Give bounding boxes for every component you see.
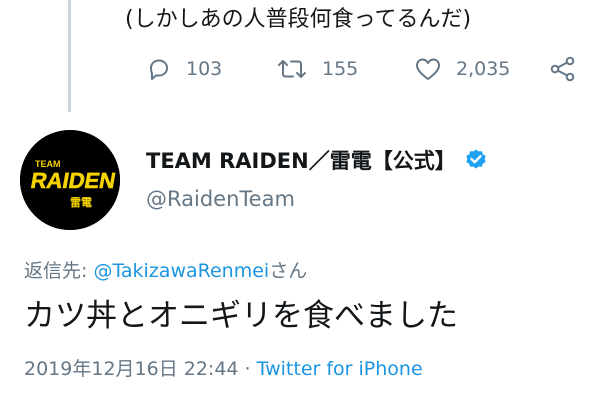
heart-icon (416, 58, 440, 80)
tweet-source-link[interactable]: Twitter for iPhone (257, 358, 423, 380)
reply-count: 103 (186, 58, 223, 80)
reply-icon (150, 59, 168, 80)
previous-tweet-text: (しかしあの人普段何食ってるんだ) (125, 7, 472, 32)
share-button[interactable] (548, 52, 578, 86)
display-name-text: TEAM RAIDEN／雷電【公式】 (146, 149, 456, 173)
svg-text:雷電: 雷電 (70, 196, 92, 209)
like-count: 2,035 (456, 58, 511, 80)
retweet-count: 155 (322, 58, 359, 80)
display-name[interactable]: TEAM RAIDEN／雷電【公式】 (146, 145, 488, 175)
avatar[interactable]: TEAM RAIDEN 雷電 (20, 130, 120, 230)
tweet-text: カツ丼とオニギリを食べました (24, 298, 458, 334)
team-raiden-logo: TEAM RAIDEN 雷電 (20, 130, 120, 230)
reply-to-honorific: さん (269, 260, 308, 282)
verified-badge-icon (466, 149, 486, 169)
reply-button[interactable]: 103 (146, 52, 222, 86)
share-icon (550, 56, 575, 82)
user-handle[interactable]: @RaidenTeam (146, 187, 295, 211)
retweet-button[interactable]: 155 (276, 52, 358, 86)
retweet-icon (278, 60, 306, 78)
reply-to-line: 返信先: @TakizawaRenmeiさん (24, 256, 307, 283)
tweet-meta: 2019年12月16日 22:44 · Twitter for iPhone (24, 354, 423, 381)
meta-separator: · (238, 358, 257, 380)
reply-to-label: 返信先: (24, 260, 94, 282)
tweet-timestamp[interactable]: 2019年12月16日 22:44 (24, 358, 239, 380)
previous-tweet-actions: 103 155 2,035 (0, 52, 600, 86)
reply-mention-link[interactable]: @TakizawaRenmei (93, 260, 269, 282)
svg-text:RAIDEN: RAIDEN (29, 168, 118, 193)
like-button[interactable]: 2,035 (414, 52, 510, 86)
